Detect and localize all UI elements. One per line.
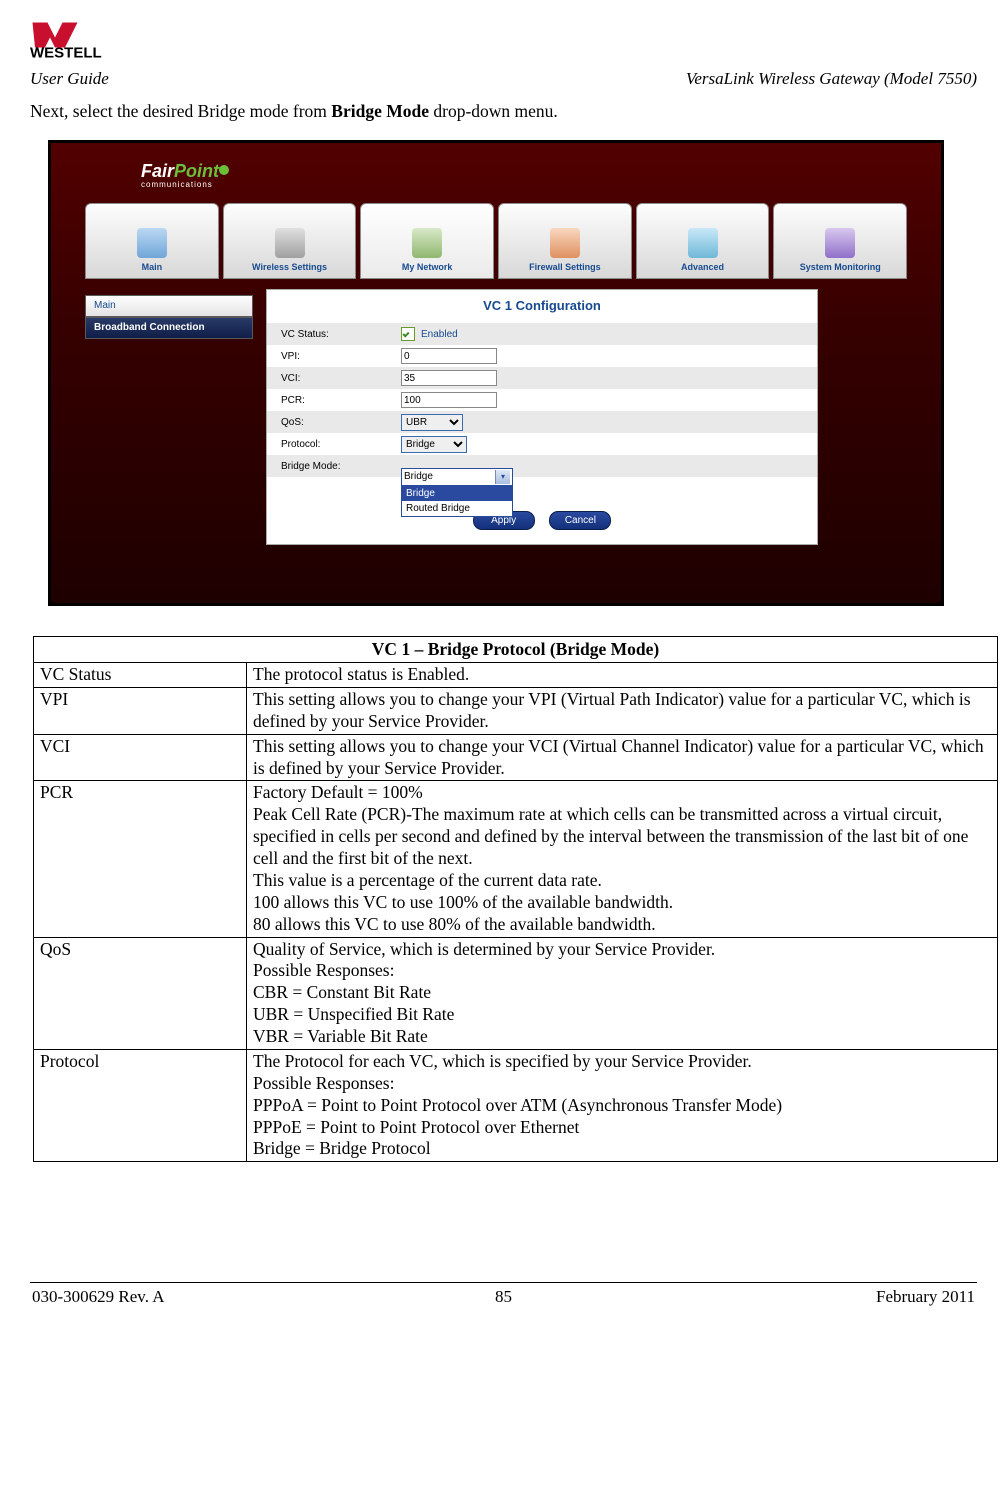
- pcr-input[interactable]: [401, 392, 497, 408]
- cancel-button[interactable]: Cancel: [549, 511, 611, 530]
- tab-firewall[interactable]: Firewall Settings: [498, 203, 632, 279]
- qos-select[interactable]: UBR: [401, 414, 463, 431]
- chevron-down-icon: ▾: [495, 470, 510, 484]
- table-row: VCIThis setting allows you to change you…: [34, 734, 998, 781]
- vpi-label: VPI:: [267, 351, 401, 362]
- tab-system-monitoring[interactable]: System Monitoring: [773, 203, 907, 279]
- tab-wireless[interactable]: Wireless Settings: [223, 203, 357, 279]
- doc-header-left: User Guide: [30, 69, 109, 89]
- pcr-label: PCR:: [267, 395, 401, 406]
- protocol-label: Protocol:: [267, 439, 401, 450]
- table-row: VPIThis setting allows you to change you…: [34, 687, 998, 734]
- table-title: VC 1 – Bridge Protocol (Bridge Mode): [34, 637, 998, 663]
- router-ui-screenshot: FairPoint communications Main Wireless S…: [48, 140, 944, 606]
- tab-label: Wireless Settings: [252, 262, 327, 272]
- home-icon: [137, 228, 167, 258]
- intro-text: Next, select the desired Bridge mode fro…: [30, 101, 977, 122]
- fairpoint-logo: FairPoint communications: [141, 161, 229, 189]
- panel-title: VC 1 Configuration: [267, 290, 817, 323]
- tab-label: Advanced: [681, 262, 724, 272]
- tab-label: Firewall Settings: [529, 262, 601, 272]
- svg-text:WESTELL: WESTELL: [30, 45, 102, 61]
- advanced-icon: [688, 228, 718, 258]
- tab-advanced[interactable]: Advanced: [636, 203, 770, 279]
- bridge-mode-select[interactable]: Bridge ▾ Bridge Routed Bridge: [401, 468, 513, 517]
- vc-status-label: VC Status:: [267, 329, 401, 340]
- protocol-select[interactable]: Bridge: [401, 436, 467, 453]
- sidebar-item-broadband[interactable]: Broadband Connection: [85, 317, 253, 339]
- bridge-mode-option-bridge[interactable]: Bridge: [402, 486, 512, 501]
- bridge-mode-selected: Bridge: [404, 469, 433, 485]
- bridge-mode-option-routed[interactable]: Routed Bridge: [402, 501, 512, 516]
- westell-logo: WESTELL: [30, 20, 977, 65]
- enabled-label: Enabled: [421, 329, 458, 340]
- vci-label: VCI:: [267, 373, 401, 384]
- tab-label: My Network: [402, 262, 453, 272]
- table-row: QoSQuality of Service, which is determin…: [34, 937, 998, 1049]
- bridge-mode-label: Bridge Mode:: [267, 461, 401, 472]
- wireless-icon: [275, 228, 305, 258]
- table-row: VC StatusThe protocol status is Enabled.: [34, 663, 998, 688]
- qos-label: QoS:: [267, 417, 401, 428]
- table-row: PCRFactory Default = 100% Peak Cell Rate…: [34, 781, 998, 937]
- sidebar-item-main[interactable]: Main: [85, 295, 253, 317]
- definitions-table: VC 1 – Bridge Protocol (Bridge Mode) VC …: [33, 636, 998, 1162]
- vpi-input[interactable]: [401, 348, 497, 364]
- tab-my-network[interactable]: My Network: [360, 203, 494, 279]
- footer-page-number: 85: [30, 1287, 977, 1307]
- monitor-icon: [825, 228, 855, 258]
- vc-config-panel: VC 1 Configuration VC Status: Enabled VP…: [266, 289, 818, 545]
- vc-status-checkbox[interactable]: [401, 327, 415, 341]
- tab-main[interactable]: Main: [85, 203, 219, 279]
- firewall-icon: [550, 228, 580, 258]
- network-icon: [412, 228, 442, 258]
- tab-label: System Monitoring: [800, 262, 881, 272]
- table-row: ProtocolThe Protocol for each VC, which …: [34, 1049, 998, 1161]
- doc-header-right: VersaLink Wireless Gateway (Model 7550): [686, 69, 977, 89]
- tab-label: Main: [142, 262, 163, 272]
- vci-input[interactable]: [401, 370, 497, 386]
